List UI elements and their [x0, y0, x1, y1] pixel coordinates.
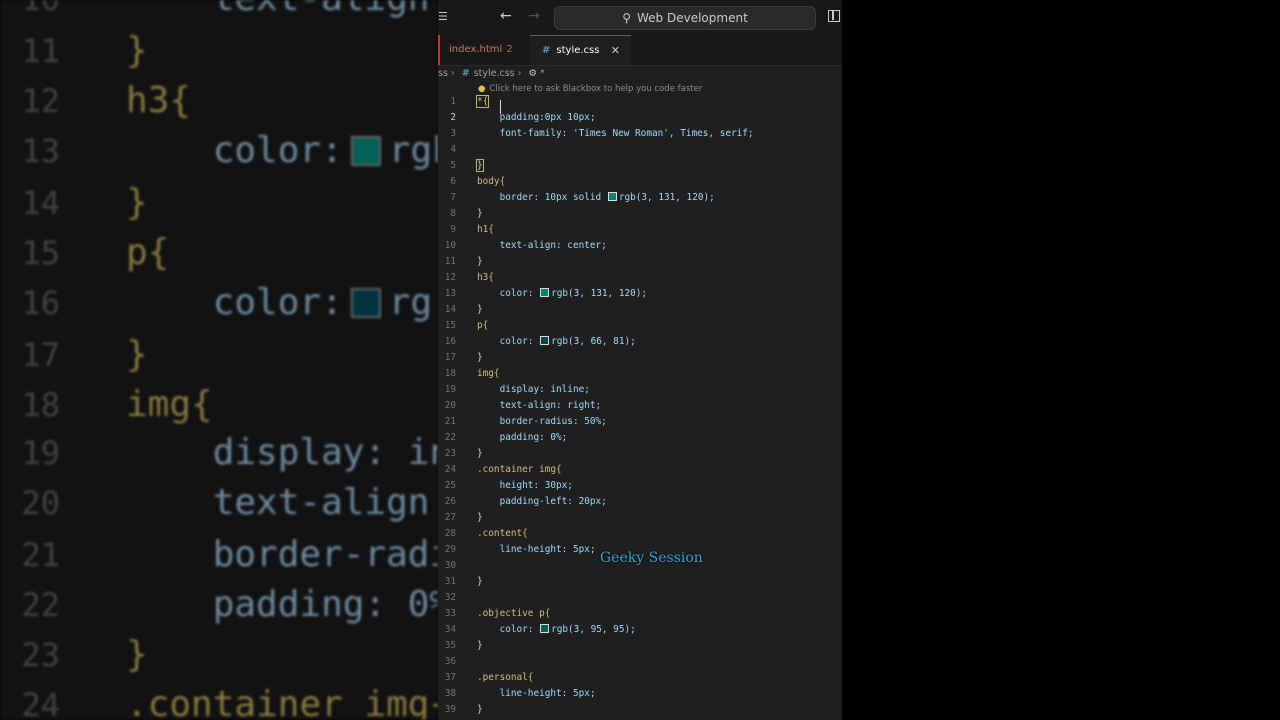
bg-line: 21 border-radiu	[21, 534, 438, 575]
tab-style-css[interactable]: # style.css ✕	[530, 35, 631, 65]
forward-arrow-icon[interactable]: →	[528, 8, 540, 24]
chevron-right-icon: ›	[517, 68, 522, 79]
zoomed-background: 10 text-align: 11} 12h3{ 13 color:rgb 14…	[0, 0, 438, 720]
bg-line: 18 img{	[21, 384, 213, 425]
bg-line: 15 p{	[21, 232, 170, 273]
color-swatch[interactable]	[540, 336, 550, 345]
breadcrumb-folder[interactable]: ss	[438, 68, 448, 79]
code-line: 13 color: rgb(3, 131, 120);	[444, 288, 648, 299]
problems-count-badge: 2	[506, 44, 513, 55]
search-icon: ⚲	[622, 11, 632, 25]
tab-label: index.html	[449, 44, 503, 55]
color-swatch[interactable]	[540, 288, 550, 297]
code-line: 9 h1{	[450, 224, 494, 235]
breadcrumb: ss › # style.css › ⚙ *	[438, 66, 545, 82]
code-line: 8}	[450, 208, 483, 219]
code-line: 18 img{	[444, 368, 500, 379]
breadcrumb-symbol[interactable]: *	[540, 68, 545, 79]
code-line: 33 .objective p{	[444, 608, 551, 619]
bg-line: 22 padding: 0%	[21, 584, 438, 625]
tab-bar: index.html 2 # style.css ✕	[438, 35, 842, 66]
bg-line: 16 color: rg	[21, 282, 433, 323]
bg-line: 13 color:rgb	[21, 130, 438, 171]
code-line: 27}	[444, 512, 483, 523]
code-line: 28 .content{	[444, 528, 528, 539]
watermark: Geeky Session	[600, 550, 703, 566]
title-bar: ☰ ← → ⚲ Web Development	[438, 0, 842, 35]
code-line: 20 text-align: right;	[444, 400, 602, 411]
code-line: 12 h3{	[444, 272, 494, 283]
code-line: 16 color: rgb(3, 66, 81);	[444, 336, 636, 347]
breadcrumb-file[interactable]: style.css	[474, 68, 515, 79]
back-arrow-icon[interactable]: ←	[500, 8, 512, 24]
code-line: 15 p{	[444, 320, 489, 331]
code-line: 36	[444, 656, 456, 667]
code-line: 37 .personal{	[444, 672, 534, 683]
selector-symbol-icon: ⚙	[528, 68, 537, 79]
bg-line: 12 h3{	[21, 80, 192, 121]
menu-icon[interactable]: ☰	[438, 10, 448, 23]
code-line: 22 padding: 0%;	[444, 432, 568, 443]
code-line: 26 padding-left: 20px;	[444, 496, 607, 507]
bg-line: 17}	[21, 334, 148, 375]
lightbulb-icon: ●	[478, 84, 486, 94]
chevron-right-icon: ›	[450, 68, 455, 79]
code-line: 11}	[444, 256, 483, 267]
tab-index-html[interactable]: index.html 2	[438, 35, 530, 65]
code-line: 35}	[444, 640, 483, 651]
toggle-sidebar-icon[interactable]	[828, 10, 840, 22]
code-line: 25 height: 30px;	[444, 480, 573, 491]
code-line: 7 border: 10px solid rgb(3, 131, 120);	[450, 192, 715, 203]
code-line: 6 body{	[450, 176, 506, 187]
code-line: 4	[450, 144, 456, 155]
search-label: Web Development	[637, 11, 748, 25]
bg-line: 20 text-align:	[21, 482, 438, 523]
close-tab-icon[interactable]: ✕	[611, 36, 620, 66]
code-line: 5}	[450, 159, 484, 172]
code-line: 17}	[444, 352, 483, 363]
code-line: 32	[444, 592, 456, 603]
bg-line: 24 .container img{	[21, 684, 438, 720]
letterbox-right	[842, 0, 1280, 720]
code-line: 21 border-radius: 50%;	[444, 416, 607, 427]
code-line: 24 .container img{	[444, 464, 562, 475]
hint-text: Click here to ask Blackbox to help you c…	[489, 84, 703, 94]
bg-line: 10 text-align:	[0, 0, 438, 28]
bg-line: 23}	[21, 634, 148, 675]
text-cursor	[500, 100, 501, 114]
color-swatch[interactable]	[607, 192, 617, 201]
css-file-icon: #	[542, 45, 551, 56]
tab-label: style.css	[556, 45, 600, 56]
code-line: 19 display: inline;	[444, 384, 590, 395]
code-line: 31}	[444, 576, 483, 587]
code-line: 10 text-align: center;	[444, 240, 607, 251]
code-line: 1 *{	[450, 95, 490, 108]
blackbox-hint[interactable]: ● Click here to ask Blackbox to help you …	[478, 84, 702, 94]
code-line: 34 color: rgb(3, 95, 95);	[444, 624, 636, 635]
code-line: 23}	[444, 448, 483, 459]
color-swatch[interactable]	[540, 624, 550, 633]
css-file-icon: #	[461, 68, 470, 79]
command-center-search[interactable]: ⚲ Web Development	[554, 6, 816, 30]
code-line: 38 line-height: 5px;	[444, 688, 596, 699]
bg-line: 19 display: in	[21, 432, 438, 473]
code-line: 39}	[444, 704, 483, 715]
code-line: 2 padding:0px 10px;	[450, 112, 596, 123]
code-editor-window: ☰ ← → ⚲ Web Development index.html 2 # styl…	[438, 0, 842, 720]
bg-line: 11}	[21, 30, 148, 71]
code-line: 14}	[444, 304, 483, 315]
bg-line: 14}	[21, 182, 148, 223]
code-line: 3 font-family: 'Times New Roman', Times,…	[450, 128, 754, 139]
